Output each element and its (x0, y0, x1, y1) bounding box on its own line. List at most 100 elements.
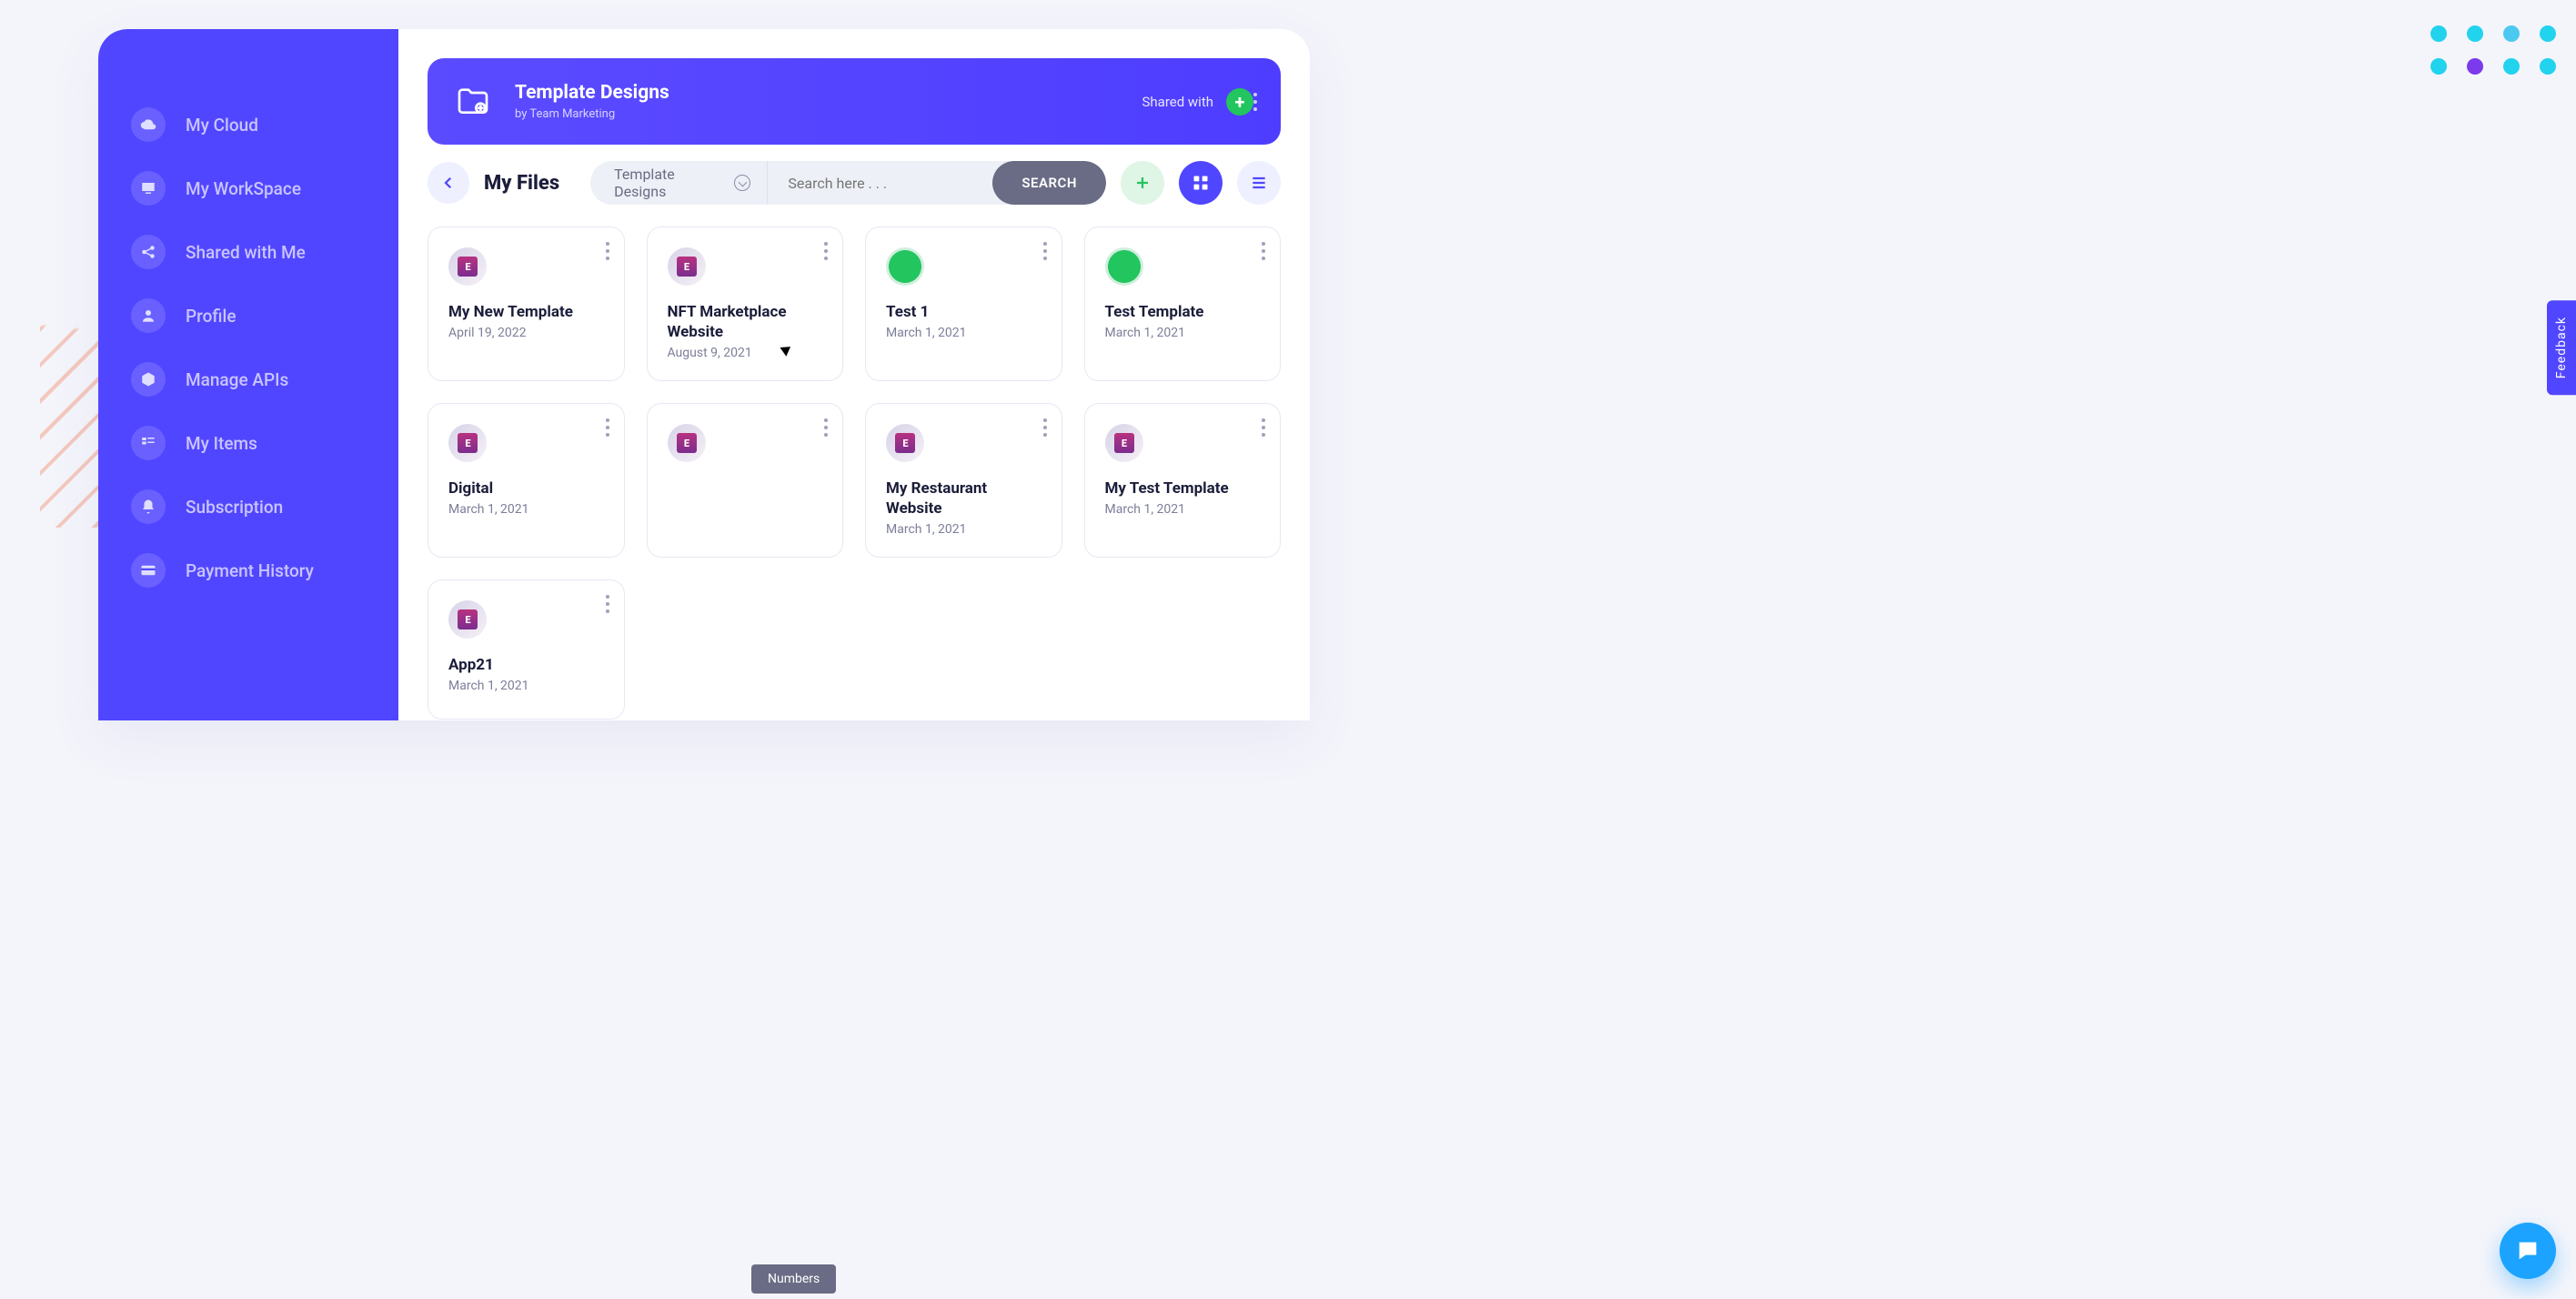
file-card[interactable]: Test 1 March 1, 2021 (865, 227, 1062, 381)
file-card[interactable]: EMy Restaurant WebsiteMarch 1, 2021 (865, 403, 1062, 558)
sidebar-item-label: Profile (186, 306, 236, 327)
folder-icon (455, 84, 491, 120)
sidebar-item-label: My WorkSpace (186, 178, 301, 199)
sidebar-item-label: Shared with Me (186, 242, 306, 263)
card-title: Test 1 (886, 302, 1041, 322)
sidebar-item-shared[interactable]: Shared with Me (98, 220, 398, 284)
feedback-tab[interactable]: Feedback (2547, 300, 2576, 395)
main-content: Template Designs by Team Marketing Share… (398, 29, 1310, 720)
card-more-button[interactable] (1262, 418, 1265, 437)
chevron-down-icon (734, 175, 750, 191)
filter-chip[interactable]: Template Designs (590, 161, 768, 205)
search-bar: Template Designs SEARCH (590, 161, 1106, 205)
card-date: August 9, 2021 (668, 346, 823, 360)
banner-more-button[interactable] (1253, 93, 1257, 111)
search-input[interactable] (768, 175, 992, 192)
more-icon (1262, 418, 1265, 437)
more-icon (1253, 93, 1257, 111)
card-more-button[interactable] (606, 242, 609, 260)
user-icon (131, 298, 166, 333)
file-card[interactable]: EDigitalMarch 1, 2021 (428, 403, 625, 558)
card-icon (131, 553, 166, 588)
section-title: My Files (484, 172, 559, 195)
card-more-button[interactable] (1262, 242, 1265, 260)
file-card[interactable]: EMy Test TemplateMarch 1, 2021 (1084, 403, 1282, 558)
chevron-left-icon (440, 175, 457, 191)
list-view-button[interactable] (1237, 161, 1281, 205)
sidebar: My Cloud My WorkSpace Shared with Me Pro… (98, 29, 398, 720)
more-icon (824, 242, 828, 260)
chat-icon (2515, 1238, 2541, 1264)
card-title: Test Template (1105, 302, 1261, 322)
card-date: March 1, 2021 (448, 679, 604, 693)
sidebar-item-subscription[interactable]: Subscription (98, 475, 398, 539)
sidebar-item-label: My Items (186, 433, 257, 454)
filter-label: Template Designs (614, 166, 718, 200)
sidebar-item-apis[interactable]: Manage APIs (98, 347, 398, 411)
file-card[interactable]: E NFT Marketplace Website August 9, 2021 (647, 227, 844, 381)
items-icon (131, 426, 166, 460)
bell-icon (131, 489, 166, 524)
banner-subtitle: by Team Marketing (515, 107, 669, 121)
card-title: App21 (448, 655, 604, 675)
sidebar-item-workspace[interactable]: My WorkSpace (98, 156, 398, 220)
elementor-icon: E (668, 424, 706, 462)
sidebar-item-items[interactable]: My Items (98, 411, 398, 475)
file-card[interactable]: E (647, 403, 844, 558)
file-card[interactable]: E My New Template April 19, 2022 (428, 227, 625, 381)
card-more-button[interactable] (824, 418, 828, 437)
add-share-button[interactable]: + (1226, 88, 1253, 116)
sidebar-item-my-cloud[interactable]: My Cloud (98, 93, 398, 156)
elementor-icon: E (668, 247, 706, 286)
card-date: March 1, 2021 (448, 502, 604, 517)
share-icon (131, 235, 166, 269)
add-button[interactable] (1121, 161, 1164, 205)
more-icon (824, 418, 828, 437)
sidebar-item-profile[interactable]: Profile (98, 284, 398, 347)
files-grid: E My New Template April 19, 2022 E NFT Marke… (428, 227, 1281, 720)
cloud-icon (131, 107, 166, 142)
template-green-icon (886, 247, 924, 286)
card-more-button[interactable] (824, 242, 828, 260)
card-title: NFT Marketplace Website (668, 302, 823, 342)
elementor-icon: E (1105, 424, 1143, 462)
dock-tooltip: Numbers (751, 1264, 836, 1294)
app-shell: My Cloud My WorkSpace Shared with Me Pro… (98, 29, 1310, 720)
file-card[interactable]: E App21 March 1, 2021 (428, 579, 625, 720)
shared-with-label: Shared with (1142, 94, 1214, 110)
list-icon (1250, 174, 1268, 192)
card-more-button[interactable] (606, 595, 609, 613)
card-date: April 19, 2022 (448, 326, 604, 340)
more-icon (606, 595, 609, 613)
card-title: My Restaurant Website (886, 478, 1041, 519)
cube-icon (131, 362, 166, 397)
card-date: March 1, 2021 (886, 326, 1041, 340)
mouse-cursor (782, 344, 793, 360)
back-button[interactable] (428, 162, 469, 204)
grid-view-button[interactable] (1179, 161, 1223, 205)
card-date: March 1, 2021 (1105, 326, 1261, 340)
grid-icon (1192, 174, 1210, 192)
card-more-button[interactable] (1043, 418, 1047, 437)
folder-banner: Template Designs by Team Marketing Share… (428, 58, 1281, 145)
sidebar-item-payment[interactable]: Payment History (98, 539, 398, 602)
card-more-button[interactable] (606, 418, 609, 437)
sidebar-item-label: My Cloud (186, 115, 258, 136)
card-title: My New Template (448, 302, 604, 322)
elementor-icon: E (448, 600, 487, 639)
sidebar-item-label: Manage APIs (186, 369, 288, 390)
more-icon (606, 418, 609, 437)
more-icon (1043, 242, 1047, 260)
plus-icon (1134, 175, 1151, 191)
elementor-icon: E (448, 247, 487, 286)
sidebar-item-label: Payment History (186, 560, 314, 581)
chat-fab[interactable] (2500, 1223, 2556, 1279)
search-button[interactable]: SEARCH (992, 161, 1106, 205)
more-icon (606, 242, 609, 260)
toolbar: My Files Template Designs SEARCH (428, 161, 1281, 205)
card-more-button[interactable] (1043, 242, 1047, 260)
elementor-icon: E (448, 424, 487, 462)
banner-text: Template Designs by Team Marketing (515, 82, 669, 121)
file-card[interactable]: Test Template March 1, 2021 (1084, 227, 1282, 381)
more-icon (1262, 242, 1265, 260)
